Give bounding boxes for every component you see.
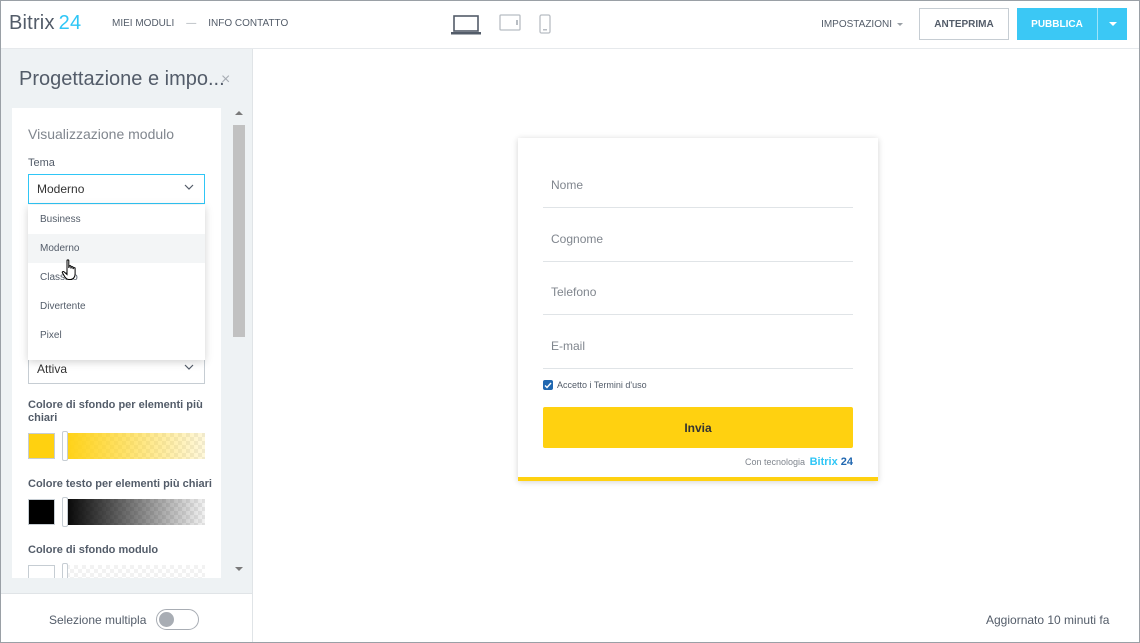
theme-option-business[interactable]: Business	[28, 205, 205, 234]
light-bg-color-swatch[interactable]	[28, 433, 55, 459]
chevron-down-icon	[897, 22, 903, 26]
top-navigation: MIEI MODULI — INFO CONTATTO	[112, 18, 288, 29]
nav-my-forms[interactable]: MIEI MODULI	[112, 18, 174, 29]
laptop-icon[interactable]	[451, 14, 481, 36]
scroll-up-arrow-icon[interactable]	[235, 111, 243, 115]
theme-option-divertente[interactable]: Divertente	[28, 292, 205, 321]
slider-handle[interactable]	[62, 563, 68, 578]
publish-dropdown-button[interactable]	[1097, 8, 1127, 40]
name-placeholder: Nome	[551, 178, 584, 192]
tablet-icon[interactable]	[499, 14, 521, 32]
checkmark-icon	[544, 382, 552, 389]
theme-select[interactable]: Moderno	[28, 174, 205, 204]
chevron-down-icon	[184, 364, 194, 370]
theme-option-pixel[interactable]: Pixel	[28, 321, 205, 350]
last-updated-status: Aggiornato 10 minuti fa	[986, 613, 1110, 627]
slider-handle[interactable]	[62, 431, 68, 461]
preview-button[interactable]: ANTEPRIMA	[919, 8, 1009, 40]
multi-select-toggle[interactable]	[156, 609, 199, 630]
consent-label[interactable]: Accetto i Termini d'uso	[557, 380, 647, 390]
consent-checkbox[interactable]	[543, 380, 553, 390]
app-window: Bitrix 24 MIEI MODULI — INFO CONTATTO IMP…	[0, 0, 1140, 643]
theme-option-moderno[interactable]: Moderno	[28, 234, 205, 263]
powered-by-brand[interactable]: Bitrix 24	[810, 456, 853, 468]
scrollbar-thumb[interactable]	[233, 125, 245, 337]
theme-select-value: Moderno	[37, 182, 85, 196]
close-icon[interactable]: ×	[221, 71, 230, 89]
theme-dropdown-menu: Business Moderno Classico Divertente Pix…	[28, 205, 205, 360]
logo-number: 24	[58, 12, 82, 34]
top-actions: IMPOSTAZIONI ANTEPRIMA PUBBLICA	[821, 8, 1127, 40]
slider-handle[interactable]	[62, 497, 68, 527]
light-bg-color-label: Colore di sfondo per elementi più chiari	[28, 399, 203, 424]
nav-contact-info[interactable]: INFO CONTATTO	[208, 18, 288, 29]
powered-brand-name: Bitrix	[809, 456, 838, 468]
form-bg-color-label: Colore di sfondo modulo	[28, 544, 159, 556]
toggle-knob	[159, 612, 174, 627]
theme-option-classico[interactable]: Classico	[28, 263, 205, 292]
theme-label: Tema	[28, 157, 55, 169]
email-field[interactable]: E-mail	[543, 339, 853, 369]
phone-field[interactable]: Telefono	[543, 285, 853, 315]
phone-icon[interactable]	[539, 14, 551, 34]
surname-field[interactable]: Cognome	[543, 232, 853, 262]
form-bg-color-swatch[interactable]	[28, 565, 55, 578]
nav-separator: —	[186, 18, 197, 29]
surname-placeholder: Cognome	[551, 232, 604, 246]
top-bar: Bitrix 24 MIEI MODULI — INFO CONTATTO IMP…	[1, 1, 1139, 49]
powered-by-text: Con tecnologia	[745, 457, 806, 467]
name-field[interactable]: Nome	[543, 178, 853, 208]
submit-button[interactable]: Invia	[543, 407, 853, 448]
light-text-color-label: Colore testo per elementi più chiari	[28, 478, 212, 490]
scroll-down-arrow-icon[interactable]	[235, 567, 243, 571]
bitrix24-logo[interactable]: Bitrix 24	[9, 12, 81, 35]
consent-row: Accetto i Termini d'uso	[543, 380, 647, 390]
form-bg-color-slider[interactable]	[62, 563, 205, 578]
publish-button-group: PUBBLICA	[1017, 8, 1127, 40]
light-text-color-slider[interactable]	[62, 497, 205, 527]
chevron-down-icon	[184, 184, 194, 190]
powered-brand-number: 24	[840, 456, 853, 468]
second-select-value: Attiva	[37, 362, 68, 376]
panel-scrollbar[interactable]	[232, 108, 246, 578]
light-bg-color-slider[interactable]	[62, 431, 205, 461]
section-title: Visualizzazione modulo	[28, 126, 175, 142]
panel-footer: Selezione multipla	[1, 593, 252, 642]
light-text-color-swatch[interactable]	[28, 499, 55, 525]
powered-by: Con tecnologia Bitrix 24	[745, 456, 853, 468]
logo-text: Bitrix	[9, 12, 55, 34]
email-placeholder: E-mail	[551, 339, 586, 353]
hand-cursor-icon	[61, 259, 76, 280]
multi-select-label: Selezione multipla	[49, 613, 147, 627]
publish-button[interactable]: PUBBLICA	[1017, 8, 1097, 40]
form-preview: Nome Cognome Telefono E-mail Accetto i T…	[518, 138, 878, 481]
panel-title: Progettazione e impo...	[19, 68, 225, 90]
chevron-down-icon	[1108, 22, 1117, 26]
settings-menu[interactable]: IMPOSTAZIONI	[821, 19, 903, 30]
device-switcher	[451, 14, 569, 36]
settings-label: IMPOSTAZIONI	[821, 18, 892, 30]
phone-placeholder: Telefono	[551, 285, 597, 299]
